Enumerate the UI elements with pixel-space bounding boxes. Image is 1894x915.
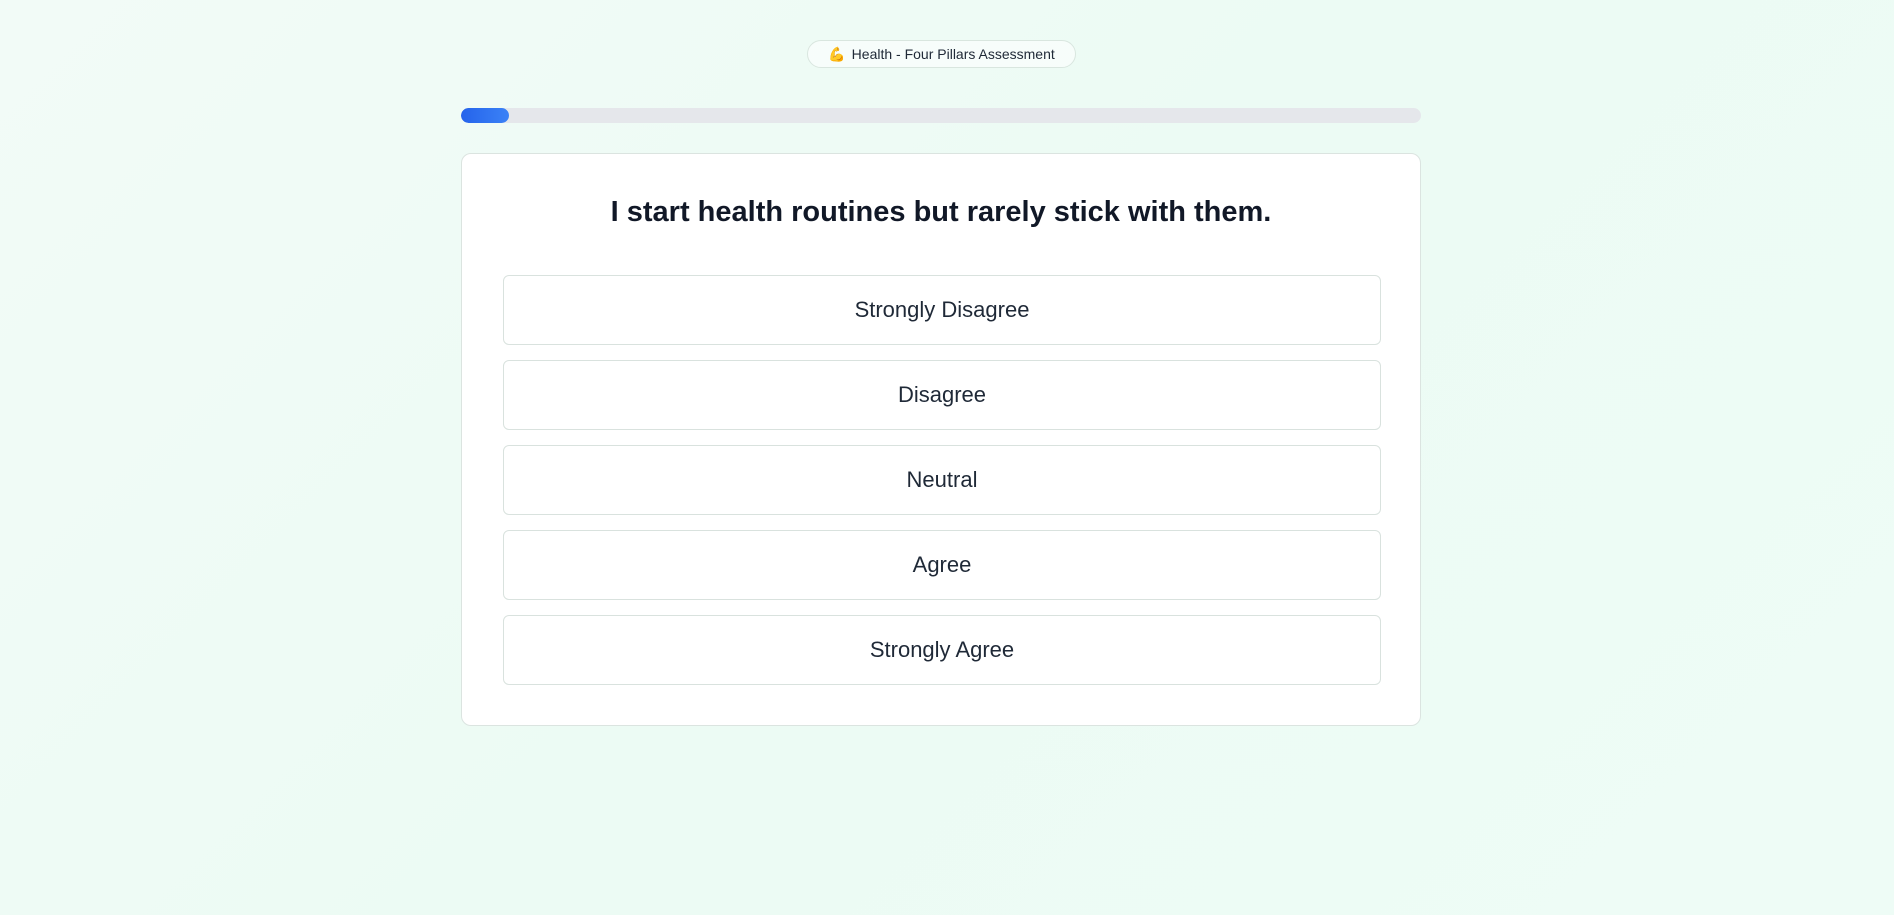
question-text: I start health routines but rarely stick…: [610, 196, 1272, 228]
progress-bar: [461, 108, 1421, 123]
assessment-title: Health - Four Pillars Assessment: [851, 46, 1055, 62]
option-agree[interactable]: Agree: [503, 530, 1381, 600]
flexed-biceps-icon: 💪: [828, 46, 846, 62]
progress-fill: [461, 108, 509, 123]
option-strongly-agree[interactable]: Strongly Agree: [503, 615, 1381, 685]
answer-options: Strongly Disagree Disagree Neutral Agree…: [503, 275, 1381, 700]
option-neutral[interactable]: Neutral: [503, 445, 1381, 515]
question-card: I start health routines but rarely stick…: [461, 153, 1421, 726]
assessment-badge: 💪 Health - Four Pillars Assessment: [807, 40, 1076, 68]
option-disagree[interactable]: Disagree: [503, 360, 1381, 430]
option-strongly-disagree[interactable]: Strongly Disagree: [503, 275, 1381, 345]
